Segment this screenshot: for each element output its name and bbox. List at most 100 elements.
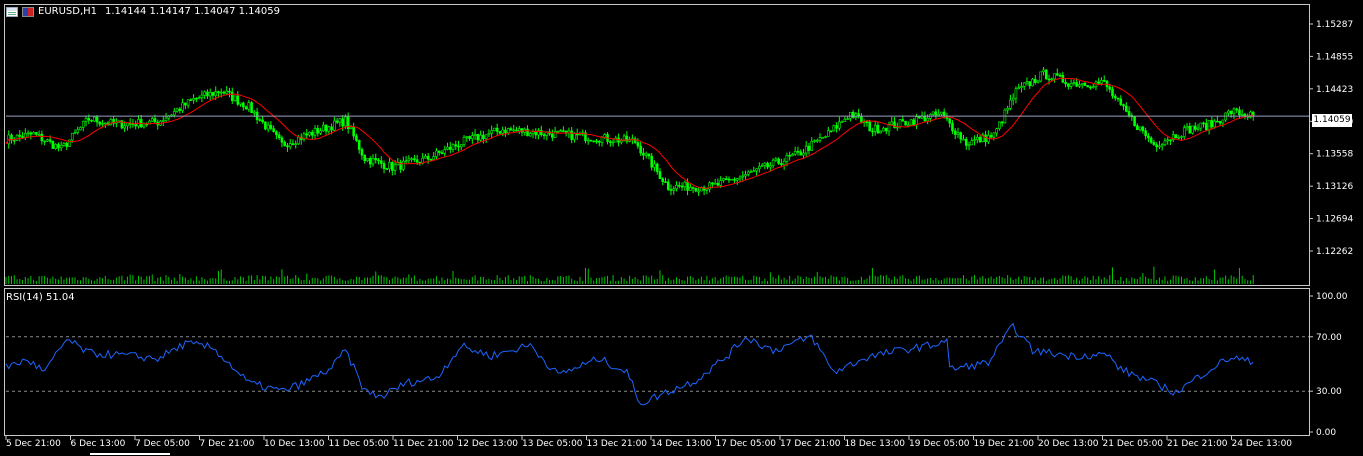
candle-body — [1039, 71, 1043, 82]
candle-body — [1044, 69, 1048, 80]
candle-body — [964, 138, 968, 146]
candle-body — [65, 143, 69, 147]
candle-body — [217, 91, 220, 94]
candle-body — [37, 133, 41, 136]
chart-window[interactable]: 1.152871.148551.144231.139901.135581.131… — [0, 0, 1363, 456]
candle-body — [661, 178, 665, 183]
candle-body — [313, 128, 317, 136]
candle-body — [79, 127, 82, 131]
candle-body — [697, 190, 700, 193]
candle-body — [192, 98, 195, 101]
chart-canvas[interactable]: 1.152871.148551.144231.139901.135581.131… — [0, 0, 1363, 456]
candle-body — [40, 133, 44, 142]
candle-body — [534, 131, 538, 136]
candle-body — [371, 158, 375, 165]
scroll-position-marker[interactable] — [90, 453, 170, 455]
candle-body — [308, 131, 311, 136]
candle-body — [1122, 104, 1125, 107]
candle-body — [746, 171, 750, 175]
time-label: 13 Dec 21:00 — [587, 439, 648, 449]
candle-body — [915, 116, 918, 125]
candle-body — [741, 175, 745, 178]
chart-window-icon[interactable] — [6, 6, 18, 17]
candle-body — [551, 133, 554, 138]
candle-body — [785, 155, 789, 162]
moving-average-line — [5, 77, 1254, 189]
candle-body — [923, 115, 927, 122]
candle-body — [126, 122, 129, 127]
candle-body — [437, 150, 441, 153]
candle-body — [175, 108, 179, 112]
candle-body — [173, 111, 176, 116]
candle-body — [413, 158, 416, 161]
candle-body — [1193, 125, 1197, 130]
candle-body — [468, 135, 471, 139]
candle-body — [813, 140, 816, 142]
candle-body — [766, 162, 769, 168]
candle-body — [93, 116, 96, 122]
candle-body — [211, 91, 215, 96]
candle-body — [206, 91, 209, 97]
candle-body — [101, 123, 104, 125]
candle-body — [1232, 108, 1236, 115]
candle-body — [788, 155, 791, 157]
candle-body — [310, 131, 314, 136]
candle-body — [1188, 125, 1192, 134]
time-label: 14 Dec 13:00 — [651, 439, 712, 449]
candle-body — [490, 130, 493, 134]
time-label: 17 Dec 05:00 — [716, 439, 777, 449]
candle-body — [178, 108, 182, 111]
candle-body — [517, 128, 521, 131]
candle-body — [664, 181, 667, 184]
candle-body — [415, 159, 419, 163]
candle-body — [197, 97, 201, 100]
candle-body — [59, 144, 63, 149]
candle-body — [672, 188, 676, 191]
candle-body — [940, 111, 943, 115]
candle-body — [250, 102, 253, 114]
candle-body — [1056, 73, 1059, 76]
candle-body — [984, 134, 987, 143]
candle-body — [1158, 145, 1161, 148]
candle-body — [253, 111, 256, 114]
price-label: 1.14423 — [1316, 85, 1353, 95]
candle-body — [727, 178, 731, 181]
candle-body — [1202, 122, 1205, 125]
candle-body — [705, 188, 709, 191]
candle-body — [228, 90, 231, 93]
candle-body — [1022, 82, 1026, 87]
candle-body — [1067, 83, 1070, 87]
candle-body — [84, 118, 88, 122]
candle-body — [865, 121, 869, 124]
candle-body — [352, 126, 355, 137]
candle-body — [1028, 81, 1032, 87]
candle-body — [1116, 97, 1120, 100]
candle-body — [1058, 74, 1062, 77]
candle-body — [849, 111, 852, 119]
rsi-label: 30.00 — [1316, 387, 1342, 397]
candle-body — [1000, 121, 1004, 124]
candle-body — [876, 124, 880, 134]
candle-body — [951, 122, 954, 132]
time-label: 20 Dec 13:00 — [1038, 439, 1099, 449]
candle-body — [473, 134, 477, 136]
candle-body — [200, 94, 204, 99]
candle-body — [150, 118, 154, 122]
candle-body — [1064, 82, 1067, 85]
candle-body — [363, 154, 367, 162]
candle-body — [1185, 125, 1189, 129]
candle-body — [1111, 88, 1114, 97]
candle-body — [1136, 125, 1139, 131]
candle-body — [595, 140, 598, 143]
candle-body — [694, 187, 698, 192]
candle-body — [909, 119, 913, 126]
candle-body — [868, 121, 871, 132]
candle-body — [1160, 144, 1164, 147]
current-price-tag: 1.14059 — [1312, 114, 1352, 127]
candle-body — [556, 130, 560, 133]
candle-body — [948, 118, 952, 124]
candle-body — [247, 102, 251, 110]
candle-body — [824, 136, 827, 138]
candle-body — [1205, 123, 1208, 131]
time-label: 5 Dec 21:00 — [6, 439, 61, 449]
